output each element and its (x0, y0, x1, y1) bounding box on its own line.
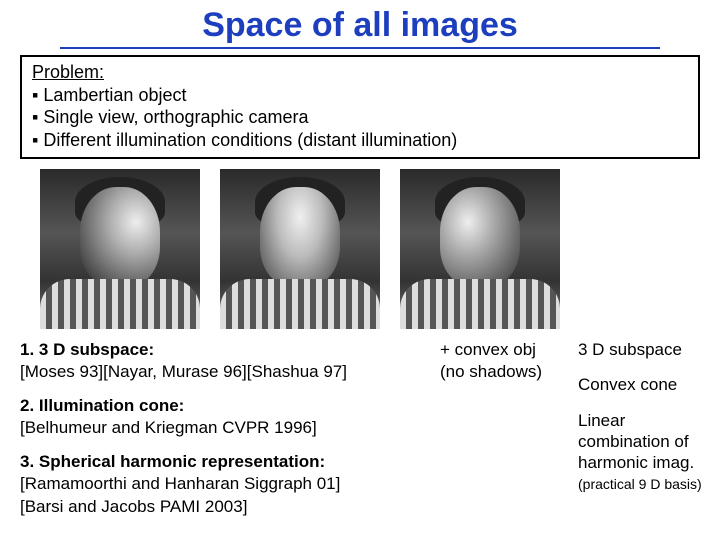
approach-2-refs: [Belhumeur and Kriegman CVPR 1996] (20, 418, 317, 437)
problem-box: Problem: Lambertian object Single view, … (20, 55, 700, 159)
problem-bullet: Lambertian object (32, 84, 688, 107)
approach-1-refs: [Moses 93][Nayar, Murase 96][Shashua 97] (20, 362, 347, 381)
approach-3-refs-1: [Ramamoorthi and Hanharan Siggraph 01] (20, 474, 340, 493)
face-image-1 (40, 169, 200, 329)
example-images-row (0, 169, 720, 329)
result-1: 3 D subspace (578, 339, 708, 360)
slide-title: Space of all images (60, 0, 660, 49)
problem-heading: Problem: (32, 62, 104, 82)
middle-note: + convex obj (no shadows) (440, 339, 570, 530)
face-image-3 (400, 169, 560, 329)
approaches-list: 1. 3 D subspace: [Moses 93][Nayar, Muras… (20, 339, 440, 530)
results-column: 3 D subspace Convex cone Linear combinat… (570, 339, 708, 530)
approach-3-refs-2: [Barsi and Jacobs PAMI 2003] (20, 497, 247, 516)
result-3: Linear combination of harmonic imag. (578, 411, 694, 473)
approach-3-title: 3. Spherical harmonic representation: (20, 452, 325, 471)
mid-line-1: + convex obj (440, 340, 536, 359)
problem-bullet: Single view, orthographic camera (32, 106, 688, 129)
result-3-note: (practical 9 D basis) (578, 476, 702, 492)
face-image-2 (220, 169, 380, 329)
result-2: Convex cone (578, 374, 708, 395)
lower-content: 1. 3 D subspace: [Moses 93][Nayar, Muras… (0, 339, 720, 530)
mid-line-2: (no shadows) (440, 362, 542, 381)
problem-bullet: Different illumination conditions (dista… (32, 129, 688, 152)
approach-2-title: 2. Illumination cone: (20, 396, 184, 415)
approach-1-title: 1. 3 D subspace: (20, 340, 154, 359)
